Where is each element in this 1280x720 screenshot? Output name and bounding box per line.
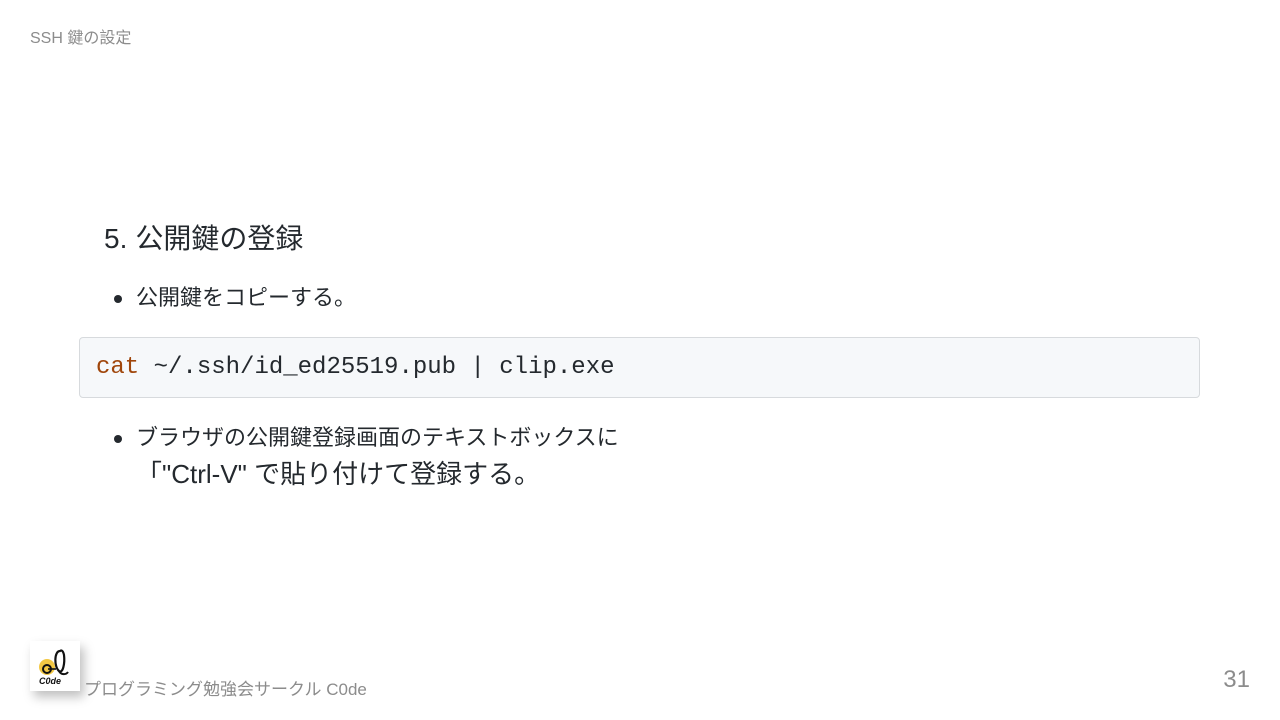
slide: SSH 鍵の設定 5. 公開鍵の登録 公開鍵をコピーする。 cat ~/.ssh/… bbox=[0, 0, 1280, 720]
step-heading: 5. 公開鍵の登録 bbox=[104, 222, 303, 256]
bullet-text-line-1: ブラウザの公開鍵登録画面のテキストボックスに bbox=[136, 425, 619, 450]
bullet-text-line-2: 「"Ctrl-V" で貼り付けて登録する。 bbox=[136, 459, 541, 489]
c0de-logo: C0de bbox=[30, 641, 80, 691]
footer-organization: プログラミング勉強会サークル C0de bbox=[84, 680, 367, 699]
slide-header-title: SSH 鍵の設定 bbox=[30, 30, 132, 47]
step-number: 5. bbox=[104, 223, 128, 254]
bullet-paste-public-key: ブラウザの公開鍵登録画面のテキストボックスに 「"Ctrl-V" で貼り付けて登… bbox=[114, 420, 636, 492]
page-number: 31 bbox=[1223, 666, 1250, 693]
code-command: cat bbox=[96, 354, 140, 381]
step-title: 公開鍵の登録 bbox=[135, 223, 304, 254]
c0de-logo-text: C0de bbox=[39, 676, 62, 686]
bullet-copy-public-key: 公開鍵をコピーする。 bbox=[113, 280, 357, 316]
bullet-text: 公開鍵をコピーする。 bbox=[136, 285, 357, 310]
code-arguments: ~/.ssh/id_ed25519.pub | clip.exe bbox=[139, 354, 615, 381]
code-block[interactable]: cat ~/.ssh/id_ed25519.pub | clip.exe bbox=[79, 337, 1200, 398]
